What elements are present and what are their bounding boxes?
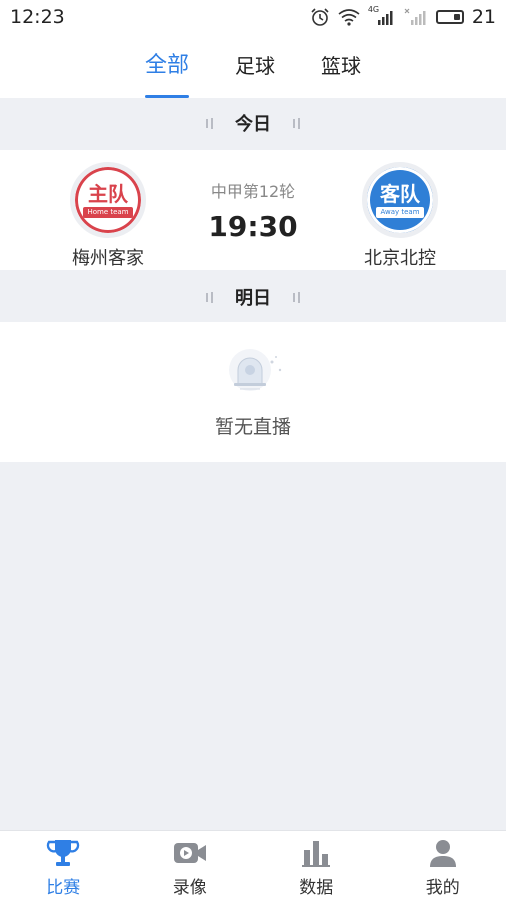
empty-state: 暂无直播 [0, 322, 506, 462]
divider-bars-icon [293, 117, 300, 129]
battery-level: 21 [471, 6, 496, 28]
status-time: 12:23 [10, 6, 65, 28]
nav-label-profile: 我的 [425, 878, 460, 898]
person-icon [429, 840, 456, 867]
tab-football[interactable]: 足球 [231, 34, 279, 98]
nav-matches[interactable]: 比赛 [0, 831, 127, 900]
home-team-name: 梅州客家 [72, 248, 144, 269]
away-team-name: 北京北控 [364, 248, 436, 269]
divider-bars-icon [206, 291, 213, 303]
broadcast-icon [229, 349, 282, 391]
video-icon [173, 843, 206, 863]
away-team-logo: 客队 Away team [362, 162, 438, 238]
section-header-today: 今日 [0, 98, 506, 148]
signal-off-icon [404, 8, 426, 25]
divider-bars-icon [293, 291, 300, 303]
away-logo-subtext: Away team [376, 206, 424, 218]
tab-basketball[interactable]: 篮球 [317, 34, 365, 98]
match-card[interactable]: 主队 Home team 梅州客家 中甲第12轮 19:30 客队 Away t… [0, 150, 506, 270]
nav-label-data: 数据 [299, 878, 334, 898]
trophy-icon [47, 840, 80, 866]
status-bar: 12:23 4G 21 [0, 0, 506, 34]
chart-icon [302, 841, 331, 867]
section-title-tomorrow: 明日 [235, 288, 271, 309]
away-logo-text: 客队 [380, 181, 420, 206]
bottom-nav: 比赛 录像 数据 我的 [0, 830, 506, 900]
nav-profile[interactable]: 我的 [380, 831, 506, 900]
alarm-icon [311, 8, 329, 26]
top-tabs: 全部 足球 篮球 [0, 34, 506, 98]
away-team[interactable]: 客队 Away team 北京北控 [340, 162, 460, 270]
divider-bars-icon [206, 117, 213, 129]
nav-videos[interactable]: 录像 [127, 831, 254, 900]
section-header-tomorrow: 明日 [0, 272, 506, 322]
nav-data[interactable]: 数据 [253, 831, 380, 900]
signal-4g-icon: 4G [368, 5, 396, 26]
nav-label-matches: 比赛 [46, 878, 81, 898]
status-icons: 4G 21 [310, 5, 496, 28]
empty-state-text: 暂无直播 [214, 416, 291, 438]
section-title-today: 今日 [235, 114, 271, 135]
wifi-icon [338, 9, 360, 26]
nav-label-videos: 录像 [172, 878, 207, 898]
tab-all[interactable]: 全部 [141, 34, 193, 98]
battery-icon [435, 10, 464, 24]
